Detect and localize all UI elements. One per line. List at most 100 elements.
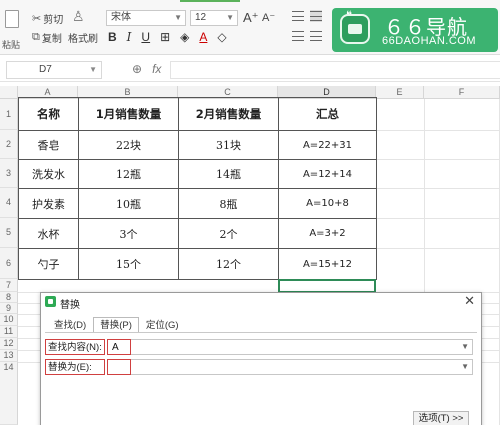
selected-cell-outline[interactable] [278, 279, 376, 293]
name-box[interactable]: D7 ▼ [6, 61, 102, 79]
table-cell[interactable]: 14瓶 [178, 159, 279, 189]
table-cell[interactable]: 香皂 [18, 130, 79, 160]
row-header[interactable]: 12 [0, 338, 18, 350]
row-header[interactable]: 6 [0, 248, 18, 279]
ribbon-active-indicator [180, 0, 240, 2]
select-all-corner[interactable] [0, 86, 18, 99]
table-cell[interactable]: 12个 [178, 248, 279, 280]
scissors-icon: ✂ [32, 13, 42, 25]
paste-button[interactable]: 粘贴 [2, 6, 22, 50]
clipboard-icon [5, 10, 19, 28]
table-cell[interactable]: A=22+31 [278, 130, 377, 160]
table-cell[interactable]: 勺子 [18, 248, 79, 280]
italic-button[interactable]: I [127, 30, 132, 44]
header-cell[interactable]: 2月销售数量 [178, 97, 279, 131]
table-row: 勺子 15个 12个 A=15+12 [18, 248, 377, 280]
logo-subtitle: 66DAOHAN.COM [382, 35, 477, 47]
site-logo: ❝ ６６导航 66DAOHAN.COM [332, 8, 498, 52]
replace-input[interactable] [107, 359, 131, 375]
border-icon[interactable]: ⊞ [160, 30, 170, 44]
table-cell[interactable]: 12瓶 [78, 159, 179, 189]
font-size-value: 12 [195, 12, 207, 23]
options-button[interactable]: 选项(T) >> [413, 411, 469, 425]
align-center-icon[interactable] [310, 30, 322, 42]
tab-replace[interactable]: 替换(P) [93, 317, 139, 333]
table-cell[interactable]: 15个 [78, 248, 179, 280]
row-header[interactable]: 8 [0, 292, 18, 303]
logo-badge-icon: ❝ [340, 10, 370, 44]
table-cell[interactable]: A=12+14 [278, 159, 377, 189]
align-left-icon[interactable] [292, 30, 304, 42]
table-cell[interactable]: 护发素 [18, 188, 79, 219]
format-painter-button[interactable]: 格式刷 [68, 30, 98, 45]
shrink-font-button[interactable]: A⁻ [262, 11, 275, 24]
find-row: 查找内容(N): A ▼ [45, 339, 475, 355]
chevron-down-icon: ▼ [89, 65, 97, 74]
table-cell[interactable]: 水杯 [18, 218, 79, 249]
bold-button[interactable]: B [108, 30, 117, 44]
copy-icon: ⧉ [32, 31, 40, 43]
row-header[interactable]: 10 [0, 314, 18, 326]
header-cell[interactable]: 汇总 [278, 97, 377, 131]
gridline [376, 159, 500, 160]
dialog-tabs: 查找(D) 替换(P) 定位(G) [47, 317, 186, 333]
formula-input[interactable] [170, 61, 500, 79]
zoom-icon[interactable]: ⊕ [132, 62, 142, 76]
copy-button[interactable]: ⧉ 复制 [32, 30, 62, 45]
font-name-select[interactable]: 宋体 ▼ [106, 10, 186, 26]
cut-button[interactable]: ✂ 剪切 [32, 11, 63, 26]
column-header-f[interactable]: F [424, 86, 500, 99]
table-header-row: 名称 1月销售数量 2月销售数量 汇总 [18, 97, 377, 131]
shrink-font-label: A⁻ [262, 12, 276, 24]
row-header[interactable]: 1 [0, 99, 18, 130]
font-color-button[interactable]: A [199, 30, 207, 44]
tab-find[interactable]: 查找(D) [47, 317, 93, 333]
row-header[interactable]: 4 [0, 188, 18, 218]
chevron-down-icon: ▼ [461, 342, 469, 351]
table-cell[interactable]: A=3+2 [278, 218, 377, 249]
tab-goto[interactable]: 定位(G) [139, 317, 186, 333]
table-cell[interactable]: 2个 [178, 218, 279, 249]
gridline [376, 218, 500, 219]
table-row: 水杯 3个 2个 A=3+2 [18, 218, 377, 249]
table-cell[interactable]: 3个 [78, 218, 179, 249]
table-cell[interactable]: 31块 [178, 130, 279, 160]
row-header[interactable]: 5 [0, 218, 18, 248]
fx-icon[interactable]: fx [152, 62, 161, 76]
row-header[interactable]: 13 [0, 350, 18, 362]
column-header-e[interactable]: E [376, 86, 424, 99]
table-cell[interactable]: 22块 [78, 130, 179, 160]
row-header[interactable]: 3 [0, 159, 18, 188]
row-header[interactable]: 11 [0, 326, 18, 338]
find-dropdown[interactable]: ▼ [131, 339, 473, 355]
find-input[interactable]: A [107, 339, 131, 355]
eraser-icon[interactable]: ◇ [217, 30, 226, 44]
table-row: 护发素 10瓶 8瓶 A=10+8 [18, 188, 377, 219]
replace-dropdown[interactable]: ▼ [131, 359, 473, 375]
replace-label: 替换为(E): [45, 359, 105, 375]
row-header[interactable]: 7 [0, 279, 18, 292]
dialog-titlebar[interactable]: 替换 ✕ [41, 293, 481, 311]
row-header[interactable]: 2 [0, 130, 18, 159]
underline-button[interactable]: U [141, 30, 150, 44]
table-cell[interactable]: 10瓶 [78, 188, 179, 219]
font-name-value: 宋体 [111, 12, 131, 23]
table-cell[interactable]: A=15+12 [278, 248, 377, 280]
gridline [376, 248, 500, 249]
format-painter-icon[interactable]: ♙ [72, 8, 88, 24]
font-size-select[interactable]: 12 ▼ [190, 10, 238, 26]
fill-color-icon[interactable]: ◈ [180, 30, 189, 44]
table-cell[interactable]: 洗发水 [18, 159, 79, 189]
cell-reference: D7 [39, 64, 52, 75]
align-middle-icon[interactable] [310, 10, 322, 22]
align-top-icon[interactable] [292, 10, 304, 22]
table-cell[interactable]: A=10+8 [278, 188, 377, 219]
header-cell[interactable]: 1月销售数量 [78, 97, 179, 131]
row-header[interactable]: 9 [0, 303, 18, 314]
table-cell[interactable]: 8瓶 [178, 188, 279, 219]
row-header[interactable]: 14 [0, 362, 18, 425]
header-cell[interactable]: 名称 [18, 97, 79, 131]
grow-font-label: A⁺ [243, 10, 259, 25]
close-icon[interactable]: ✕ [464, 293, 475, 309]
grow-font-button[interactable]: A⁺ [243, 10, 259, 26]
